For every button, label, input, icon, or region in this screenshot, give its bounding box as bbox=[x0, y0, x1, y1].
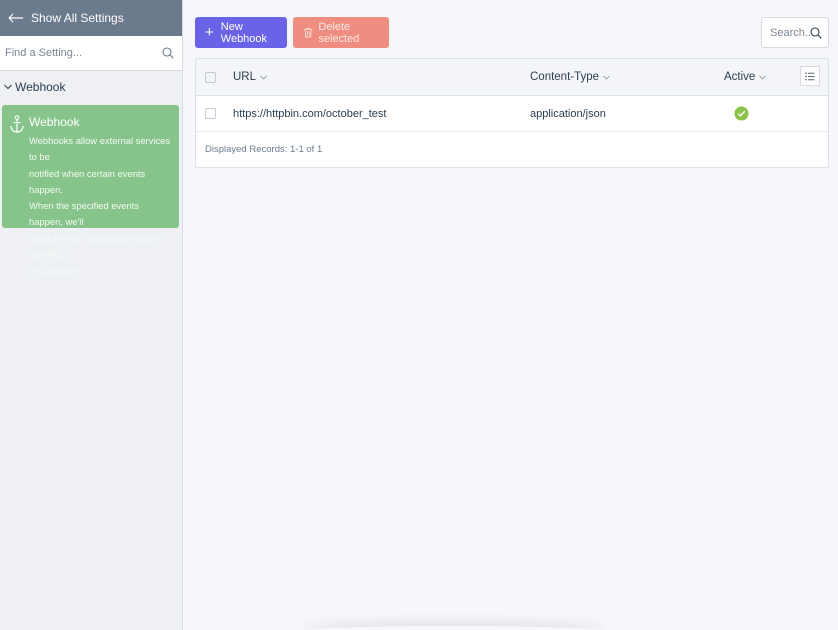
new-webhook-label: New Webhook bbox=[220, 20, 268, 45]
webhook-card-description-line: When the specified events happen, we'll bbox=[29, 200, 139, 228]
anchor-icon bbox=[10, 115, 29, 228]
show-all-settings-label: Show All Settings bbox=[31, 11, 124, 25]
webhook-card-description-line: notified when certain events happen. bbox=[29, 167, 146, 195]
chevron-down-icon bbox=[260, 75, 267, 80]
search-icon[interactable] bbox=[162, 47, 174, 59]
chevron-down-icon bbox=[759, 75, 767, 80]
delete-selected-label: Delete selected bbox=[318, 20, 360, 45]
webhook-card-description-line: Webhooks allow external services to be bbox=[29, 135, 171, 163]
webhook-card-description-line: send a POST request to each of the URLs bbox=[29, 232, 163, 261]
cell-active bbox=[734, 96, 749, 131]
webhook-setting-card[interactable]: Webhook Webhooks allow external services… bbox=[2, 105, 179, 276]
cell-content-type: application/json bbox=[530, 107, 606, 120]
webhook-card-title: Webhook bbox=[29, 115, 80, 129]
section-webhook-label: Webhook bbox=[15, 80, 66, 94]
trash-icon bbox=[304, 27, 312, 38]
records-search-input[interactable] bbox=[770, 26, 810, 39]
select-all-cell bbox=[205, 59, 216, 95]
records-count: Displayed Records: 1-1 of 1 bbox=[205, 144, 323, 155]
chevron-down-icon bbox=[4, 84, 12, 90]
settings-sidebar: Show All Settings Webhook Webhook Webhoo… bbox=[0, 0, 183, 630]
webhook-card-description-line: you provide. bbox=[29, 265, 81, 277]
bottom-shadow bbox=[303, 626, 603, 630]
delete-selected-button[interactable]: Delete selected bbox=[293, 17, 389, 48]
plus-icon: + bbox=[205, 24, 214, 41]
cell-url: https://httpbin.com/october_test bbox=[233, 107, 387, 120]
column-settings-button[interactable] bbox=[800, 66, 820, 86]
table-header-row: URL Content-Type Active bbox=[196, 59, 828, 96]
list-icon bbox=[805, 72, 815, 80]
section-webhook-toggle[interactable]: Webhook bbox=[0, 71, 182, 103]
column-header-url[interactable]: URL bbox=[233, 59, 267, 95]
column-header-content-type-label: Content-Type bbox=[530, 71, 600, 83]
table-row[interactable]: https://httpbin.com/october_test applica… bbox=[196, 96, 828, 132]
webhook-card-description: Webhooks allow external services to be n… bbox=[29, 133, 173, 280]
main-content: + New Webhook Delete selected URL Conten… bbox=[183, 0, 838, 630]
search-icon[interactable] bbox=[810, 26, 822, 39]
column-header-active-label: Active bbox=[724, 71, 756, 83]
new-webhook-button[interactable]: + New Webhook bbox=[195, 17, 287, 48]
show-all-settings-link[interactable]: Show All Settings bbox=[0, 0, 182, 36]
select-all-checkbox[interactable] bbox=[205, 71, 216, 83]
chevron-down-icon bbox=[603, 75, 610, 80]
column-header-url-label: URL bbox=[233, 71, 257, 83]
setting-search-input[interactable] bbox=[5, 47, 162, 59]
check-circle-icon bbox=[734, 106, 749, 121]
column-header-content-type[interactable]: Content-Type bbox=[530, 59, 610, 95]
row-checkbox[interactable] bbox=[205, 108, 216, 119]
row-select-cell bbox=[205, 96, 216, 131]
webhooks-table: URL Content-Type Active https://httpbin.… bbox=[195, 58, 829, 168]
setting-search-box bbox=[0, 36, 182, 71]
column-header-active[interactable]: Active bbox=[724, 59, 767, 95]
arrow-left-icon bbox=[8, 13, 23, 23]
records-search-box bbox=[761, 17, 829, 48]
